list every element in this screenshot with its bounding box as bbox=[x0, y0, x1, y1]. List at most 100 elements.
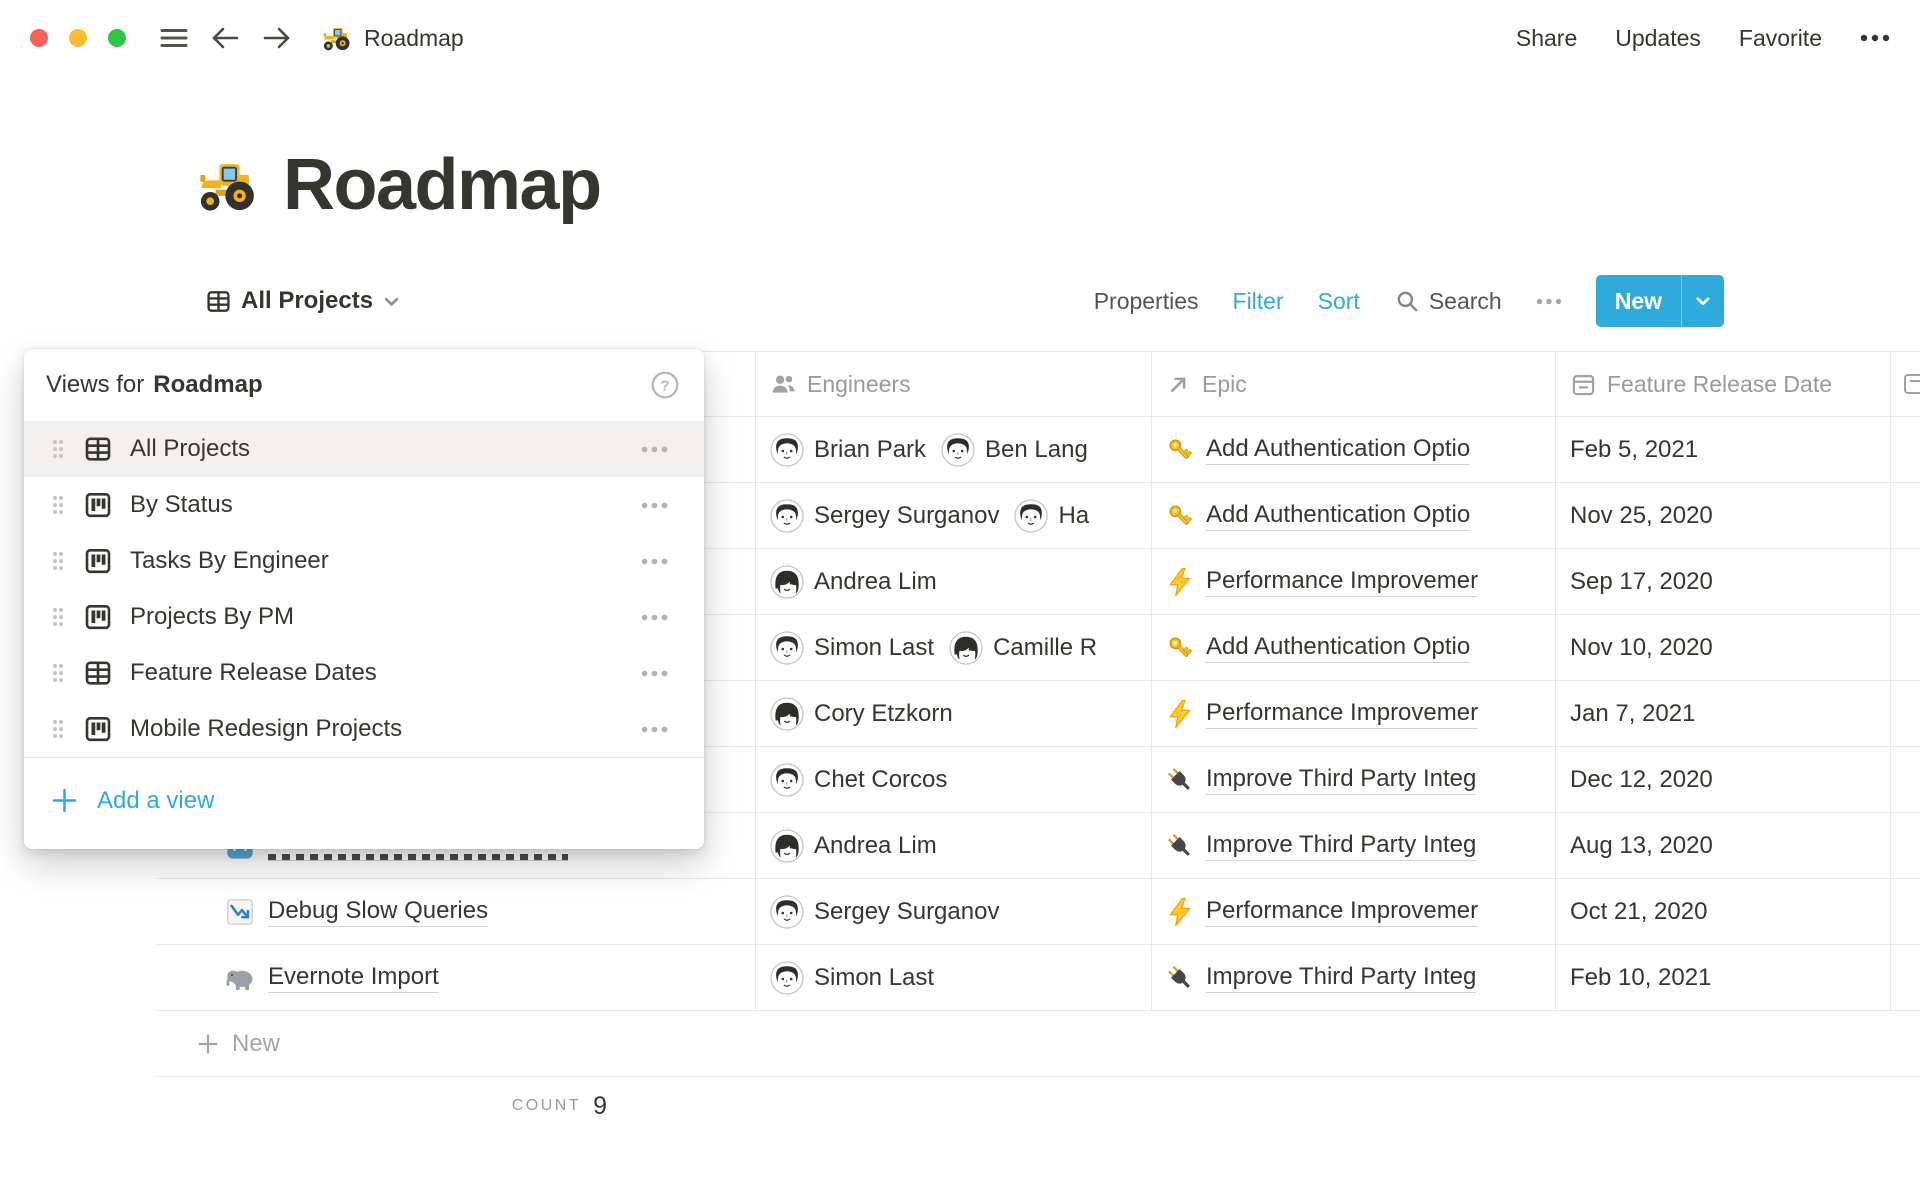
view-options-icon[interactable] bbox=[1536, 298, 1562, 305]
epic-cell[interactable]: Add Authentication Optio bbox=[1151, 483, 1555, 548]
engineer-chip[interactable]: Simon Last bbox=[770, 631, 934, 665]
page-title[interactable]: Roadmap bbox=[283, 144, 601, 226]
engineer-chip[interactable]: Simon Last bbox=[770, 961, 934, 995]
sort-button[interactable]: Sort bbox=[1318, 288, 1360, 315]
engineer-chip[interactable]: Sergey Surganov bbox=[770, 895, 999, 929]
share-button[interactable]: Share bbox=[1516, 25, 1577, 52]
engineer-chip[interactable]: Cory Etzkorn bbox=[770, 697, 953, 731]
engineers-cell[interactable]: Brian Park Ben Lang bbox=[755, 417, 1151, 482]
sidebar-menu-icon[interactable] bbox=[160, 26, 188, 50]
back-arrow-icon[interactable] bbox=[210, 25, 240, 51]
search-button[interactable]: Search bbox=[1394, 288, 1502, 315]
add-view-button[interactable]: Add a view bbox=[24, 758, 704, 849]
epic-link[interactable]: Improve Third Party Integ bbox=[1206, 831, 1476, 861]
view-more-icon[interactable] bbox=[641, 726, 668, 733]
epic-link[interactable]: Add Authentication Optio bbox=[1206, 633, 1470, 663]
engineer-chip[interactable]: Andrea Lim bbox=[770, 829, 937, 863]
drag-handle-icon[interactable] bbox=[48, 605, 68, 629]
engineer-chip[interactable]: Brian Park bbox=[770, 433, 926, 467]
help-icon[interactable]: ? bbox=[650, 370, 680, 400]
feature-release-date-cell[interactable]: Dec 12, 2020 bbox=[1555, 747, 1890, 812]
project-cell[interactable]: Debug Slow Queries bbox=[157, 879, 755, 944]
engineer-chip[interactable]: Ben Lang bbox=[941, 433, 1088, 467]
feature-release-date-cell[interactable]: Nov 25, 2020 bbox=[1555, 483, 1890, 548]
feature-release-date-cell[interactable]: Jan 7, 2021 bbox=[1555, 681, 1890, 746]
view-item-feature-release-dates[interactable]: Feature Release Dates bbox=[24, 645, 704, 701]
column-header-feature-release-date[interactable]: Feature Release Date bbox=[1555, 352, 1890, 416]
engineers-cell[interactable]: Andrea Lim bbox=[755, 549, 1151, 614]
add-row-button[interactable]: New bbox=[157, 1011, 1920, 1077]
feature-release-date-cell[interactable]: Nov 10, 2020 bbox=[1555, 615, 1890, 680]
engineer-chip[interactable]: Camille R bbox=[949, 631, 1097, 665]
more-options-icon[interactable] bbox=[1860, 34, 1890, 42]
close-window-button[interactable] bbox=[30, 29, 48, 47]
partial-cell[interactable] bbox=[1890, 615, 1920, 680]
epic-link[interactable]: Performance Improvemer bbox=[1206, 699, 1478, 729]
drag-handle-icon[interactable] bbox=[48, 437, 68, 461]
partial-cell[interactable] bbox=[1890, 483, 1920, 548]
view-item-tasks-by-engineer[interactable]: Tasks By Engineer bbox=[24, 533, 704, 589]
partial-cell[interactable] bbox=[1890, 417, 1920, 482]
partial-cell[interactable] bbox=[1890, 945, 1920, 1010]
drag-handle-icon[interactable] bbox=[48, 661, 68, 685]
engineers-cell[interactable]: Sergey Surganov bbox=[755, 879, 1151, 944]
partial-cell[interactable] bbox=[1890, 549, 1920, 614]
view-item-projects-by-pm[interactable]: Projects By PM bbox=[24, 589, 704, 645]
epic-cell[interactable]: Add Authentication Optio bbox=[1151, 615, 1555, 680]
engineer-chip[interactable]: Ha bbox=[1014, 499, 1089, 533]
feature-release-date-cell[interactable]: Aug 13, 2020 bbox=[1555, 813, 1890, 878]
column-header-partial[interactable] bbox=[1890, 352, 1920, 416]
engineers-cell[interactable]: Chet Corcos bbox=[755, 747, 1151, 812]
epic-link[interactable]: Performance Improvemer bbox=[1206, 897, 1478, 927]
epic-link[interactable]: Improve Third Party Integ bbox=[1206, 963, 1476, 993]
view-more-icon[interactable] bbox=[641, 614, 668, 621]
feature-release-date-cell[interactable]: Feb 10, 2021 bbox=[1555, 945, 1890, 1010]
engineers-cell[interactable]: Sergey Surganov Ha bbox=[755, 483, 1151, 548]
view-selector[interactable]: All Projects bbox=[192, 287, 401, 315]
partial-cell[interactable] bbox=[1890, 813, 1920, 878]
partial-cell[interactable] bbox=[1890, 681, 1920, 746]
view-more-icon[interactable] bbox=[641, 502, 668, 509]
tractor-icon[interactable] bbox=[197, 154, 259, 216]
view-more-icon[interactable] bbox=[641, 558, 668, 565]
project-link[interactable]: Debug Slow Queries bbox=[225, 897, 488, 927]
column-header-engineers[interactable]: Engineers bbox=[755, 352, 1151, 416]
epic-cell[interactable]: Performance Improvemer bbox=[1151, 681, 1555, 746]
view-item-mobile-redesign-projects[interactable]: Mobile Redesign Projects bbox=[24, 701, 704, 757]
epic-cell[interactable]: Improve Third Party Integ bbox=[1151, 945, 1555, 1010]
epic-link[interactable]: Add Authentication Optio bbox=[1206, 435, 1470, 465]
epic-cell[interactable]: Performance Improvemer bbox=[1151, 549, 1555, 614]
epic-cell[interactable]: Improve Third Party Integ bbox=[1151, 747, 1555, 812]
engineers-cell[interactable]: Simon Last Camille R bbox=[755, 615, 1151, 680]
engineers-cell[interactable]: Cory Etzkorn bbox=[755, 681, 1151, 746]
fullscreen-window-button[interactable] bbox=[108, 29, 126, 47]
column-header-epic[interactable]: Epic bbox=[1151, 352, 1555, 416]
epic-cell[interactable]: Performance Improvemer bbox=[1151, 879, 1555, 944]
view-item-by-status[interactable]: By Status bbox=[24, 477, 704, 533]
new-button[interactable]: New bbox=[1596, 275, 1681, 327]
view-more-icon[interactable] bbox=[641, 670, 668, 677]
partial-cell[interactable] bbox=[1890, 879, 1920, 944]
epic-cell[interactable]: Add Authentication Optio bbox=[1151, 417, 1555, 482]
filter-button[interactable]: Filter bbox=[1233, 288, 1284, 315]
view-more-icon[interactable] bbox=[641, 446, 668, 453]
drag-handle-icon[interactable] bbox=[48, 549, 68, 573]
drag-handle-icon[interactable] bbox=[48, 493, 68, 517]
partial-cell[interactable] bbox=[1890, 747, 1920, 812]
properties-button[interactable]: Properties bbox=[1094, 288, 1199, 315]
engineer-chip[interactable]: Chet Corcos bbox=[770, 763, 947, 797]
epic-link[interactable]: Performance Improvemer bbox=[1206, 567, 1478, 597]
engineers-cell[interactable]: Andrea Lim bbox=[755, 813, 1151, 878]
epic-cell[interactable]: Improve Third Party Integ bbox=[1151, 813, 1555, 878]
drag-handle-icon[interactable] bbox=[48, 717, 68, 741]
count-row[interactable]: COUNT 9 bbox=[157, 1077, 617, 1135]
epic-link[interactable]: Improve Third Party Integ bbox=[1206, 765, 1476, 795]
new-button-chevron[interactable] bbox=[1682, 275, 1724, 327]
engineers-cell[interactable]: Simon Last bbox=[755, 945, 1151, 1010]
engineer-chip[interactable]: Sergey Surganov bbox=[770, 499, 999, 533]
favorite-button[interactable]: Favorite bbox=[1739, 25, 1822, 52]
updates-button[interactable]: Updates bbox=[1615, 25, 1701, 52]
epic-link[interactable]: Add Authentication Optio bbox=[1206, 501, 1470, 531]
view-item-all-projects[interactable]: All Projects bbox=[24, 421, 704, 477]
project-link[interactable]: Evernote Import bbox=[225, 963, 439, 993]
